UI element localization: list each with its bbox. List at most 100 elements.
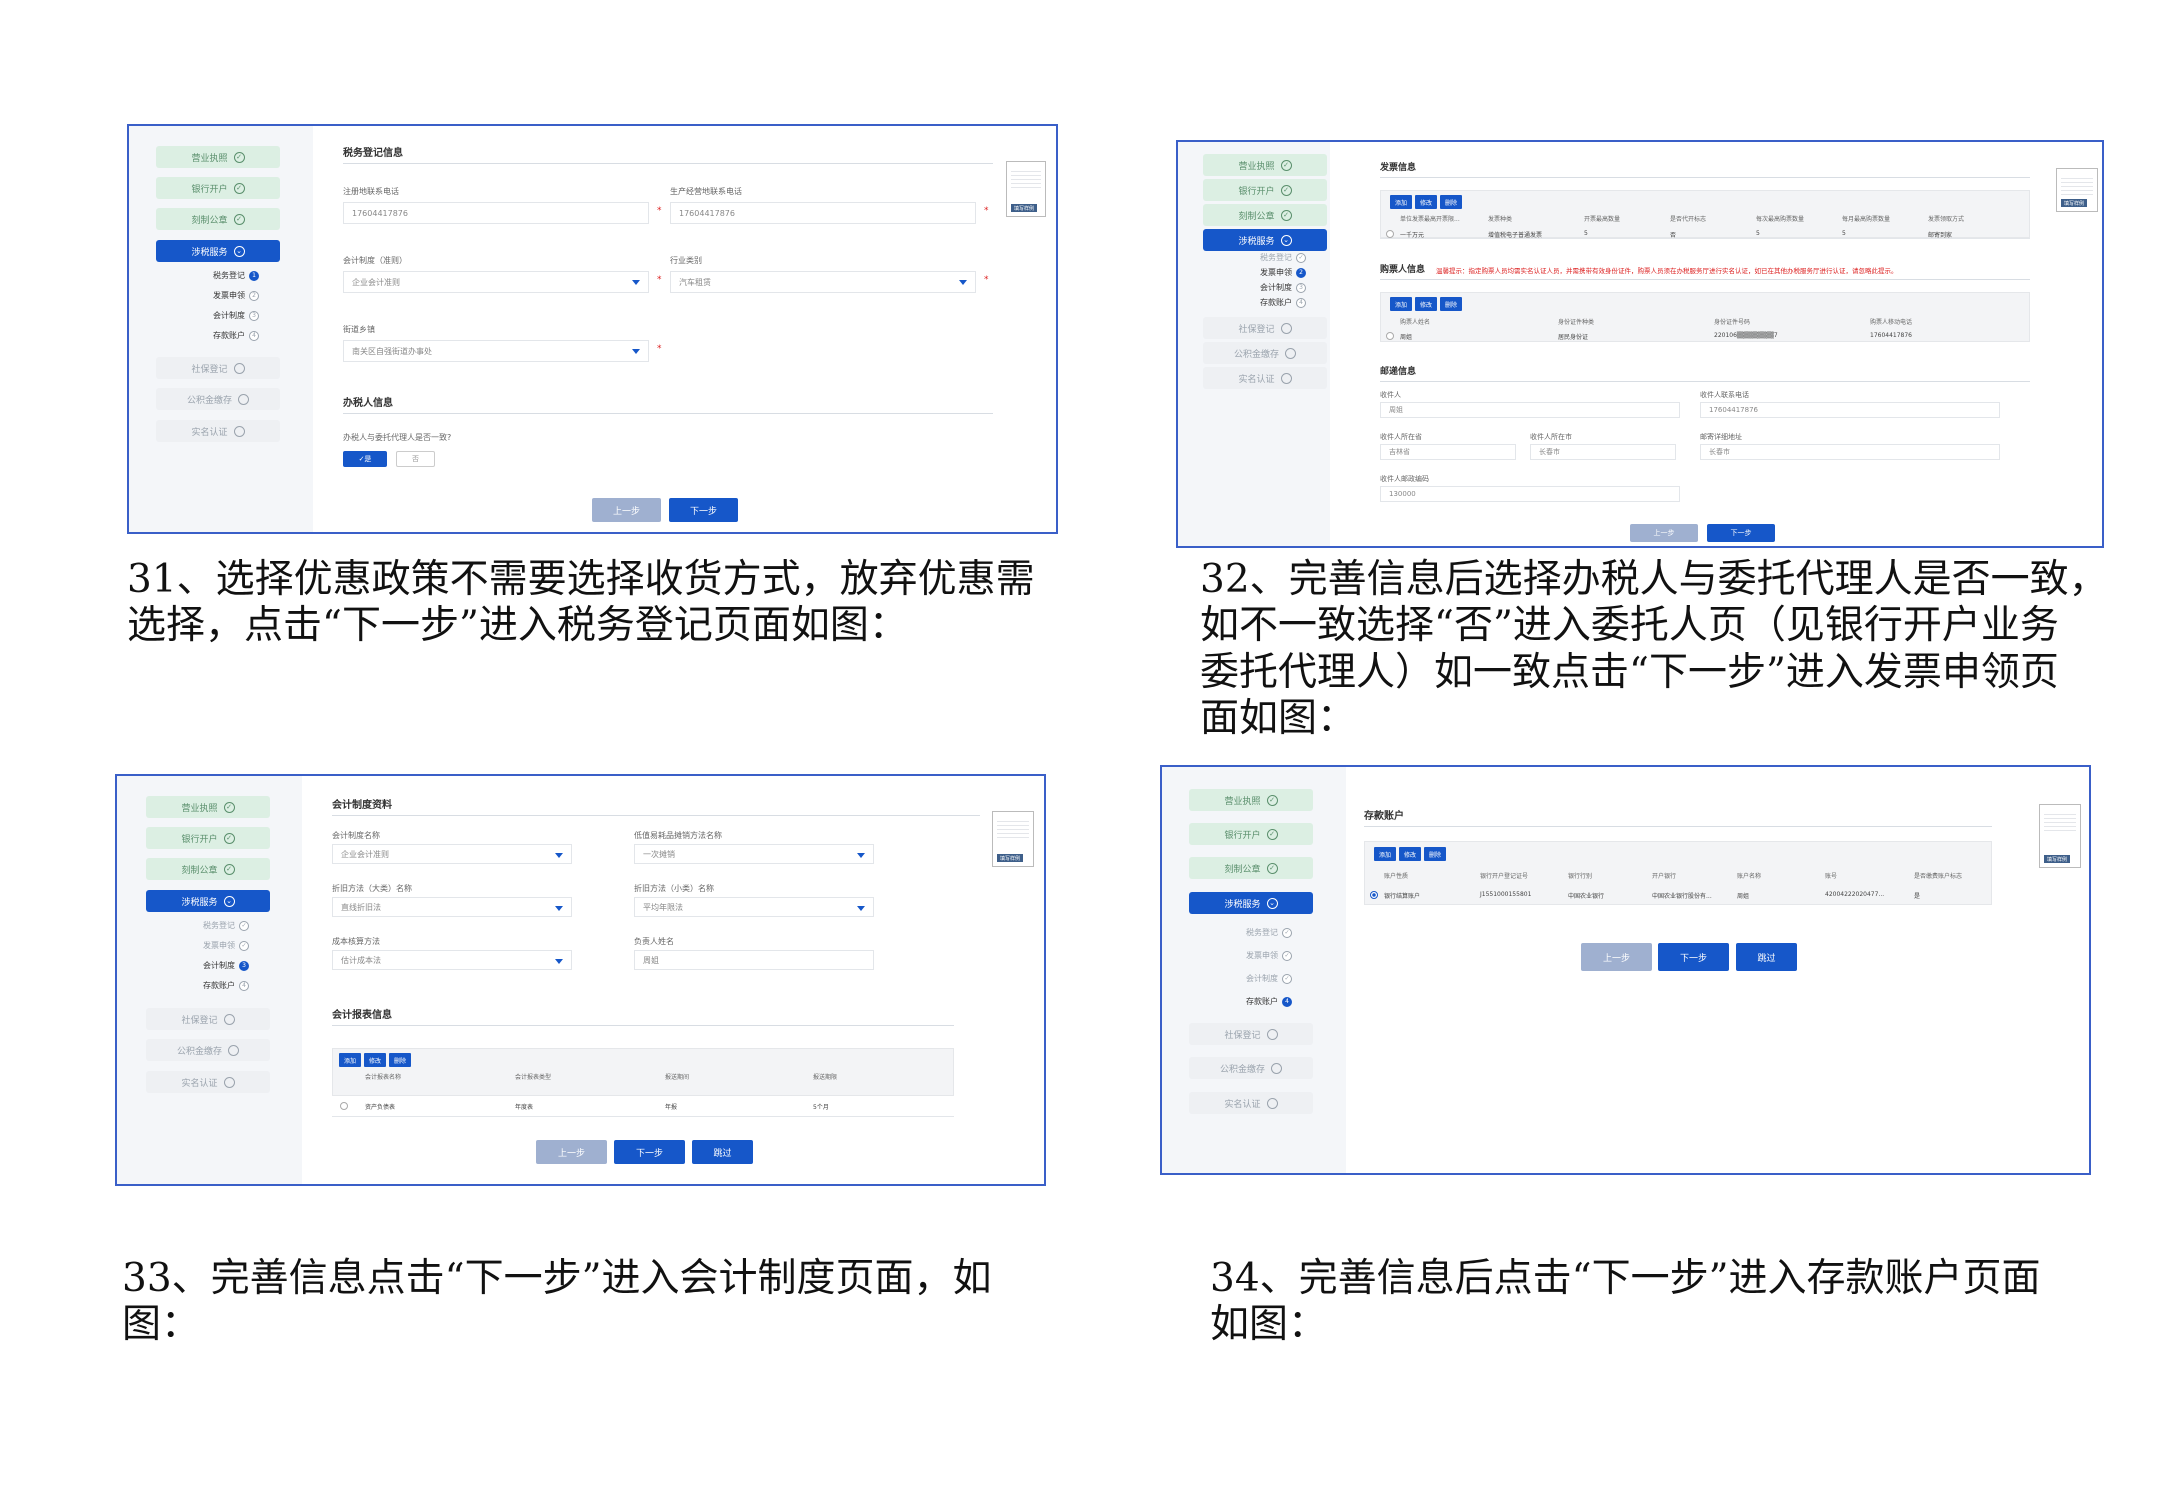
recipient-input[interactable]: 周姐 [1380,402,1680,418]
zip-input[interactable]: 130000 [1380,486,1680,502]
prev-button[interactable]: 上一步 [1581,943,1652,971]
sub-tax-registration[interactable]: 税务登记 ✓ [203,920,249,931]
nav-business-license[interactable]: 营业执照 ✓ [146,796,270,818]
nav-tax-service[interactable]: 涉税服务 ⌄ [1203,229,1327,251]
example-thumbnail[interactable]: 填写样例 [2039,804,2081,868]
nav-bank-account[interactable]: 银行开户 ✓ [1203,179,1327,201]
province-input[interactable]: 吉林省 [1380,444,1516,460]
nav-social-security[interactable]: 社保登记 [146,1008,270,1030]
city-select[interactable]: 长春市 [1530,444,1676,460]
sub-tax-registration[interactable]: 税务登记 ✓ [1246,927,1292,938]
sub-accounting[interactable]: 会计制度 3 [203,960,249,971]
sub-deposit[interactable]: 存款账户 4 [1260,297,1306,308]
next-button[interactable]: 下一步 [669,498,738,522]
nav-housing-fund[interactable]: 公积金缴存 [146,1039,270,1061]
example-thumbnail[interactable]: 填写样例 [992,811,1034,867]
address-input[interactable]: 长春市 [1700,444,2000,460]
delete-button[interactable]: 删除 [1440,297,1462,311]
check-icon: ✓ [1280,184,1292,196]
delete-button[interactable]: 删除 [389,1053,411,1067]
edit-button[interactable]: 修改 [1415,195,1437,209]
nav-real-name[interactable]: 实名认证 [1203,367,1327,389]
edit-button[interactable]: 修改 [364,1053,386,1067]
nav-bank-account[interactable]: 银行开户 ✓ [156,177,280,199]
prev-button[interactable]: 上一步 [536,1140,607,1164]
sub-accounting[interactable]: 会计制度 3 [1260,282,1306,293]
skip-button[interactable]: 跳过 [692,1140,753,1164]
row-radio[interactable] [1386,332,1394,340]
recipient-phone-input[interactable]: 17604417876 [1700,402,2000,418]
cost-method-select[interactable]: 估计成本法 [332,950,572,970]
nav-tax-service[interactable]: 涉税服务 ⌄ [1189,892,1313,914]
caption-31-line1: 31、选择优惠政策不需要选择收货方式，放弃优惠需 [127,557,1035,602]
yes-button[interactable]: ✓是 [343,451,387,467]
section-title: 办税人信息 [343,394,993,414]
nav-social-security[interactable]: 社保登记 [1189,1023,1313,1045]
add-button[interactable]: 添加 [1390,297,1412,311]
sub-tax-registration[interactable]: 税务登记 1 [213,270,259,281]
sub-deposit[interactable]: 存款账户 4 [213,330,259,341]
skip-button[interactable]: 跳过 [1736,943,1797,971]
depreciation-major-select[interactable]: 直线折旧法 [332,897,572,917]
accounting-standard-select[interactable]: 企业会计准则 [343,271,649,293]
prev-button[interactable]: 上一步 [592,498,661,522]
sub-deposit[interactable]: 存款账户 4 [203,980,249,991]
nav-social-security[interactable]: 社保登记 [1203,317,1327,339]
nav-seal[interactable]: 刻制公章 ✓ [146,858,270,880]
sub-invoice[interactable]: 发票申领 2 [1260,267,1306,278]
nav-housing-fund[interactable]: 公积金缴存 [1189,1057,1313,1079]
next-button[interactable]: 下一步 [614,1140,685,1164]
accounting-system-select[interactable]: 企业会计准则 [332,844,572,864]
nav-seal[interactable]: 刻制公章 ✓ [1203,204,1327,226]
nav-tax-service[interactable]: 涉税服务 ⌄ [156,240,280,262]
nav-real-name[interactable]: 实名认证 [1189,1092,1313,1114]
nav-business-license[interactable]: 营业执照 ✓ [1189,789,1313,811]
example-thumbnail[interactable]: 填写样例 [2056,168,2098,212]
row-radio-selected[interactable] [1370,891,1378,899]
table-cell: 5 [1842,230,1846,237]
add-button[interactable]: 添加 [1390,195,1412,209]
nav-housing-fund[interactable]: 公积金缴存 [156,388,280,410]
sub-tax-registration[interactable]: 税务登记 ✓ [1260,252,1306,263]
depreciation-minor-select[interactable]: 平均年限法 [634,897,874,917]
sub-invoice[interactable]: 发票申领 2 [213,290,259,301]
street-select[interactable]: 南关区自强街道办事处 [343,340,649,362]
sub-deposit[interactable]: 存款账户 4 [1246,996,1292,1007]
next-button[interactable]: 下一步 [1707,524,1775,542]
table-cell: 周姐 [1737,893,1750,900]
nav-housing-fund[interactable]: 公积金缴存 [1203,342,1327,364]
nav-bank-account[interactable]: 银行开户 ✓ [146,827,270,849]
reg-phone-input[interactable]: 17604417876 [343,202,649,224]
person-in-charge-input[interactable]: 周姐 [634,950,874,970]
sub-accounting[interactable]: 会计制度 ✓ [1246,973,1292,984]
next-button[interactable]: 下一步 [1658,943,1729,971]
field-label: 收件人邮政编码 [1380,475,1429,483]
row-radio[interactable] [1386,230,1394,238]
biz-phone-input[interactable]: 17604417876 [670,202,976,224]
delete-button[interactable]: 删除 [1424,847,1446,861]
nav-real-name[interactable]: 实名认证 [156,420,280,442]
sub-accounting[interactable]: 会计制度 3 [213,310,259,321]
nav-business-license[interactable]: 营业执照 ✓ [156,146,280,168]
edit-button[interactable]: 修改 [1415,297,1437,311]
nav-business-license[interactable]: 营业执照 ✓ [1203,154,1327,176]
industry-select[interactable]: 汽车租赁 [670,271,976,293]
add-button[interactable]: 添加 [1374,847,1396,861]
example-thumbnail[interactable]: 填写样例 [1006,161,1046,217]
nav-bank-account[interactable]: 银行开户 ✓ [1189,823,1313,845]
add-button[interactable]: 添加 [339,1053,361,1067]
row-radio[interactable] [340,1102,348,1110]
nav-real-name[interactable]: 实名认证 [146,1071,270,1093]
nav-social-security[interactable]: 社保登记 [156,357,280,379]
edit-button[interactable]: 修改 [1399,847,1421,861]
low-value-select[interactable]: 一次摊销 [634,844,874,864]
required-mark: * [657,275,662,285]
nav-tax-service[interactable]: 涉税服务 ⌄ [146,890,270,912]
sub-invoice[interactable]: 发票申领 ✓ [203,940,249,951]
no-button[interactable]: 否 [396,451,435,467]
delete-button[interactable]: 删除 [1440,195,1462,209]
prev-button[interactable]: 上一步 [1630,524,1698,542]
sub-invoice[interactable]: 发票申领 ✓ [1246,950,1292,961]
nav-seal[interactable]: 刻制公章 ✓ [1189,857,1313,879]
nav-seal[interactable]: 刻制公章 ✓ [156,208,280,230]
